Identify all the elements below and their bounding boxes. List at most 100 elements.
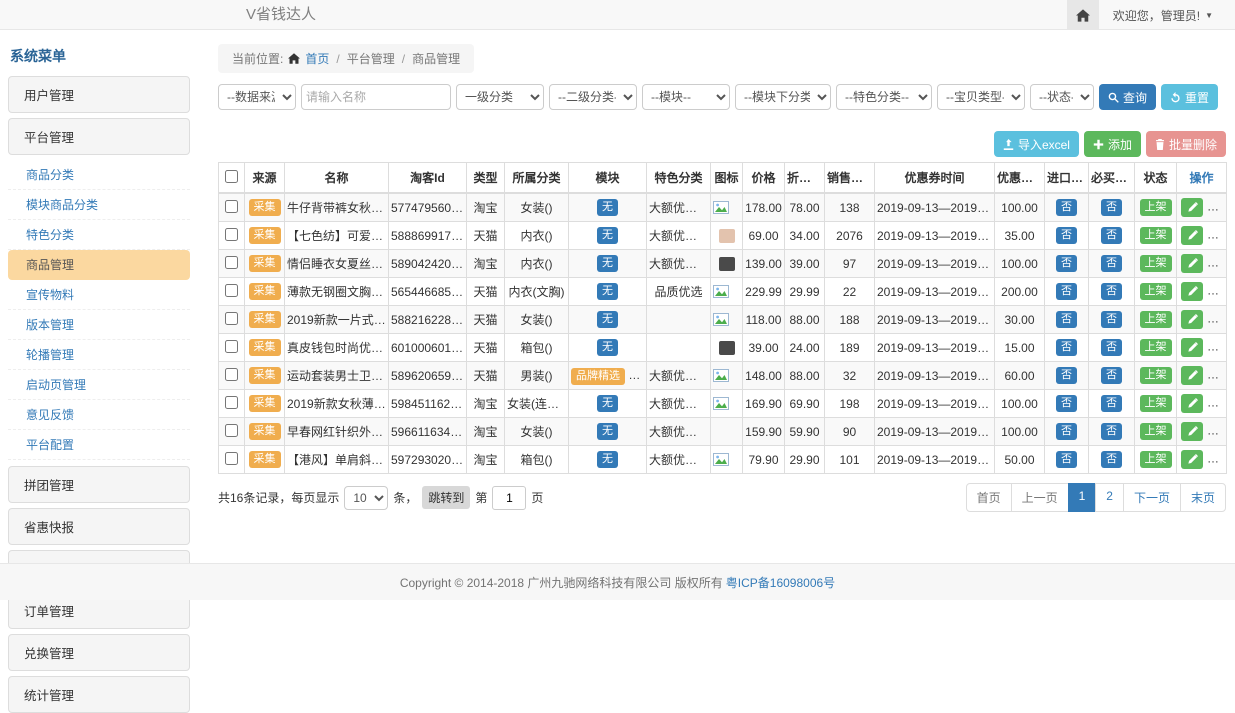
row-checkbox[interactable] — [225, 452, 238, 465]
row-checkbox[interactable] — [225, 312, 238, 325]
row-checkbox[interactable] — [225, 256, 238, 269]
level1-category-select[interactable]: 一级分类 — [456, 84, 544, 110]
edit-button[interactable] — [1181, 422, 1203, 441]
edit-button[interactable] — [1181, 394, 1203, 413]
sidebar-item-groupbuy-management[interactable]: 拼团管理 — [8, 466, 190, 503]
sidebar-item-splash-management[interactable]: 启动页管理 — [8, 370, 190, 400]
must-buy-badge[interactable]: 否 — [1101, 255, 1122, 272]
home-button[interactable] — [1067, 0, 1099, 30]
sidebar-item-feature-category[interactable]: 特色分类 — [8, 220, 190, 250]
icp-link[interactable]: 粤ICP备16098006号 — [726, 574, 835, 591]
breadcrumb-home-link[interactable]: 首页 — [305, 50, 329, 67]
import-select-badge[interactable]: 否 — [1056, 199, 1077, 216]
level2-category-select[interactable]: --二级分类-- — [549, 84, 637, 110]
must-buy-badge[interactable]: 否 — [1101, 395, 1122, 412]
module-badge[interactable]: 品牌精选 — [571, 368, 625, 385]
must-buy-badge[interactable]: 否 — [1101, 423, 1122, 440]
sidebar-item-feedback[interactable]: 意见反馈 — [8, 400, 190, 430]
import-select-badge[interactable]: 否 — [1056, 339, 1077, 356]
edit-button[interactable] — [1181, 450, 1203, 469]
select-all-checkbox[interactable] — [225, 170, 238, 183]
sidebar-item-user-management[interactable]: 用户管理 — [8, 76, 190, 113]
row-checkbox[interactable] — [225, 228, 238, 241]
import-select-badge[interactable]: 否 — [1056, 395, 1077, 412]
row-checkbox[interactable] — [225, 424, 238, 437]
sidebar-item-version-management[interactable]: 版本管理 — [8, 310, 190, 340]
must-buy-badge[interactable]: 否 — [1101, 199, 1122, 216]
sidebar-item-product-category[interactable]: 商品分类 — [8, 160, 190, 190]
must-buy-badge[interactable]: 否 — [1101, 367, 1122, 384]
add-button[interactable]: 添加 — [1084, 131, 1141, 157]
module-badge[interactable]: 无 — [597, 227, 618, 244]
name-input[interactable] — [301, 84, 451, 110]
module-badge[interactable]: 无 — [597, 255, 618, 272]
status-badge[interactable]: 上架 — [1140, 283, 1172, 300]
pager-page-1[interactable]: 1 — [1068, 483, 1097, 512]
import-select-badge[interactable]: 否 — [1056, 311, 1077, 328]
edit-button[interactable] — [1181, 366, 1203, 385]
status-badge[interactable]: 上架 — [1140, 395, 1172, 412]
import-select-badge[interactable]: 否 — [1056, 451, 1077, 468]
data-source-select[interactable]: --数据来源-- — [218, 84, 296, 110]
module-badge[interactable]: 无 — [597, 199, 618, 216]
module-badge[interactable]: 无 — [597, 339, 618, 356]
item-type-select[interactable]: --宝贝类型-- — [937, 84, 1025, 110]
must-buy-badge[interactable]: 否 — [1101, 311, 1122, 328]
sidebar-item-product-management[interactable]: 商品管理 — [8, 250, 190, 280]
import-select-badge[interactable]: 否 — [1056, 227, 1077, 244]
import-select-badge[interactable]: 否 — [1056, 423, 1077, 440]
import-excel-button[interactable]: 导入excel — [994, 131, 1079, 157]
sidebar-item-stats-management[interactable]: 统计管理 — [8, 676, 190, 713]
page-jump-input[interactable] — [492, 486, 526, 510]
edit-button[interactable] — [1181, 226, 1203, 245]
row-checkbox[interactable] — [225, 284, 238, 297]
pager-prev[interactable]: 上一页 — [1011, 483, 1069, 512]
edit-button[interactable] — [1181, 254, 1203, 273]
bulk-delete-button[interactable]: 批量删除 — [1146, 131, 1226, 157]
user-menu[interactable]: 欢迎您，管理员! ▼ — [1099, 7, 1235, 24]
sidebar-item-platform-config[interactable]: 平台配置 — [8, 430, 190, 460]
import-select-badge[interactable]: 否 — [1056, 283, 1077, 300]
reset-button[interactable]: 重置 — [1161, 84, 1218, 110]
status-badge[interactable]: 上架 — [1140, 227, 1172, 244]
status-badge[interactable]: 上架 — [1140, 339, 1172, 356]
edit-button[interactable] — [1181, 198, 1203, 217]
module-badge[interactable]: 无 — [597, 423, 618, 440]
must-buy-badge[interactable]: 否 — [1101, 339, 1122, 356]
status-badge[interactable]: 上架 — [1140, 451, 1172, 468]
feature-category-select[interactable]: --特色分类-- — [836, 84, 932, 110]
sidebar-item-platform-management[interactable]: 平台管理 — [8, 118, 190, 155]
per-page-select[interactable]: 10 — [344, 486, 388, 510]
row-checkbox[interactable] — [225, 340, 238, 353]
status-badge[interactable]: 上架 — [1140, 423, 1172, 440]
row-checkbox[interactable] — [225, 396, 238, 409]
row-checkbox[interactable] — [225, 200, 238, 213]
module-badge[interactable]: 无 — [597, 311, 618, 328]
pager-next[interactable]: 下一页 — [1123, 483, 1181, 512]
module-badge[interactable]: 无 — [597, 451, 618, 468]
status-select[interactable]: --状态-- — [1030, 84, 1094, 110]
row-checkbox[interactable] — [225, 368, 238, 381]
sidebar-item-carousel-management[interactable]: 轮播管理 — [8, 340, 190, 370]
status-badge[interactable]: 上架 — [1140, 199, 1172, 216]
pager-last[interactable]: 末页 — [1180, 483, 1226, 512]
must-buy-badge[interactable]: 否 — [1101, 451, 1122, 468]
sidebar-item-saving-express[interactable]: 省惠快报 — [8, 508, 190, 545]
module-badge[interactable]: 无 — [597, 395, 618, 412]
pager-first[interactable]: 首页 — [966, 483, 1012, 512]
search-button[interactable]: 查询 — [1099, 84, 1156, 110]
must-buy-badge[interactable]: 否 — [1101, 227, 1122, 244]
sidebar-item-exchange-management[interactable]: 兑换管理 — [8, 634, 190, 671]
edit-button[interactable] — [1181, 282, 1203, 301]
edit-button[interactable] — [1181, 338, 1203, 357]
import-select-badge[interactable]: 否 — [1056, 255, 1077, 272]
sidebar-item-module-product-category[interactable]: 模块商品分类 — [8, 190, 190, 220]
status-badge[interactable]: 上架 — [1140, 255, 1172, 272]
status-badge[interactable]: 上架 — [1140, 367, 1172, 384]
status-badge[interactable]: 上架 — [1140, 311, 1172, 328]
import-select-badge[interactable]: 否 — [1056, 367, 1077, 384]
sidebar-item-promo-material[interactable]: 宣传物料 — [8, 280, 190, 310]
module-select[interactable]: --模块-- — [642, 84, 730, 110]
edit-button[interactable] — [1181, 310, 1203, 329]
pager-page-2[interactable]: 2 — [1095, 483, 1124, 512]
